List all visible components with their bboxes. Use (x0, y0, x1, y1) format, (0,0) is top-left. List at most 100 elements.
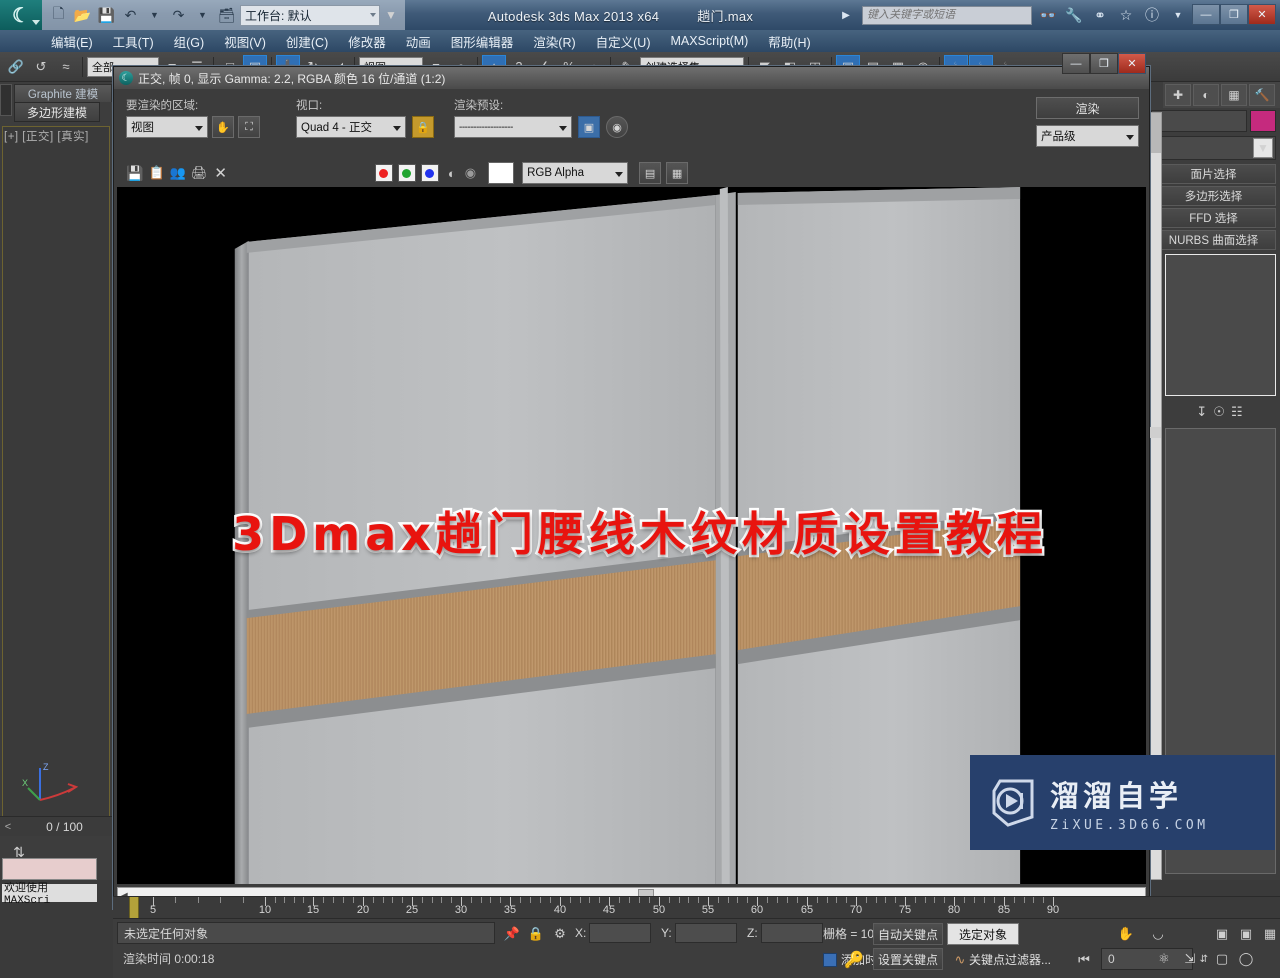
render-restore-button[interactable]: ❐ (1090, 53, 1118, 74)
save-image-icon[interactable]: 💾 (126, 165, 143, 182)
orbit-icon[interactable]: ⚛ (1153, 948, 1175, 970)
blue-channel-toggle[interactable] (420, 164, 439, 182)
show-end-result-icon[interactable]: ☉ (1213, 404, 1225, 420)
absolute-relative-mode-icon[interactable]: ⚙ (549, 923, 571, 945)
select-region-icon[interactable]: ◯ (1235, 948, 1257, 970)
pin-stack-icon[interactable]: ↧ (1196, 404, 1207, 420)
key-filters-button[interactable]: 关键点过滤器... (969, 948, 1065, 970)
print-image-icon[interactable]: 🖨 (191, 165, 208, 181)
tab-create-icon[interactable]: ✚ (1165, 84, 1191, 106)
workspace-selector[interactable]: 工作台: 默认 (240, 4, 380, 26)
pan-view-icon[interactable]: ✋ (1115, 923, 1137, 945)
copy-image-icon[interactable]: 📋 (148, 165, 164, 181)
minimize-button[interactable]: — (1192, 4, 1220, 25)
open-file-icon[interactable]: 📂 (72, 5, 93, 26)
maximize-viewport-icon[interactable]: ⇲ (1179, 948, 1201, 970)
chevron-down-icon[interactable]: ▼ (1253, 138, 1273, 158)
prev-frame-icon[interactable]: < (0, 821, 16, 833)
menu-item-customize[interactable]: 自定义(U) (587, 30, 660, 53)
select-object-nav-icon[interactable]: ▣ (1211, 923, 1233, 945)
undo-dropdown-caret-icon[interactable]: ▼ (144, 5, 165, 26)
clone-image-icon[interactable]: 👥 (170, 165, 186, 181)
time-slider-handle[interactable] (129, 897, 139, 918)
configure-modifier-sets-icon[interactable]: ☷ (1231, 404, 1243, 420)
auto-key-button[interactable]: 自动关键点 (873, 923, 943, 945)
app-logo-icon[interactable]: ☾ (0, 0, 42, 30)
monochrome-icon[interactable]: ◉ (465, 165, 476, 181)
render-minimize-button[interactable]: — (1062, 53, 1090, 74)
menu-item-rendering[interactable]: 渲染(R) (524, 30, 584, 53)
lock-viewport-icon[interactable]: 🔒 (412, 116, 434, 138)
wrench-icon[interactable]: 🔧 (1064, 5, 1084, 25)
modifier-list-combo[interactable]: ▼ (1151, 136, 1276, 160)
zoom-extents-icon[interactable]: ▣ (1235, 923, 1257, 945)
render-button[interactable]: 渲染 (1036, 97, 1139, 119)
key-filter-curve-icon[interactable]: ∿ (949, 949, 971, 971)
help-icon[interactable]: ⓘ (1142, 5, 1162, 25)
new-file-icon[interactable]: 🗋 (48, 5, 69, 26)
edit-region-icon[interactable]: ✋ (212, 116, 234, 138)
menu-item-views[interactable]: 视图(V) (215, 30, 275, 53)
ffd-select-button[interactable]: FFD 选择 (1151, 208, 1276, 228)
viewport-left[interactable] (2, 126, 110, 820)
tab-modify-icon[interactable]: ◐ (1193, 84, 1219, 106)
x-coord-field[interactable] (589, 923, 651, 943)
search-expand-caret-icon[interactable]: ▶ (836, 5, 856, 25)
render-level-combo[interactable]: 产品级 (1036, 125, 1139, 147)
menu-item-tools[interactable]: 工具(T) (104, 30, 163, 53)
z-coord-field[interactable] (761, 923, 823, 943)
workspace-dropdown-icon[interactable]: ▼ (383, 5, 399, 26)
red-channel-toggle[interactable] (374, 164, 393, 182)
menu-item-create[interactable]: 创建(C) (277, 30, 337, 53)
binoculars-icon[interactable]: 👓 (1038, 5, 1058, 25)
polygon-modeling-tab[interactable]: 多边形建模 (14, 102, 100, 122)
field-of-view-icon[interactable]: ◡ (1147, 923, 1169, 945)
bind-to-space-warp-icon[interactable]: ≈ (54, 55, 78, 79)
set-key-button[interactable]: 设置关键点 (873, 948, 943, 970)
panel-drag-handle[interactable] (0, 84, 12, 116)
y-coord-field[interactable] (675, 923, 737, 943)
clear-image-icon[interactable]: ✕ (214, 164, 227, 182)
menu-item-group[interactable]: 组(G) (165, 30, 214, 53)
close-button[interactable]: ✕ (1248, 4, 1276, 25)
render-preset-combo[interactable]: ------------------- (454, 116, 572, 138)
compass-icon[interactable]: ⚭ (1090, 5, 1110, 25)
zoom-region-icon[interactable]: ▢ (1211, 948, 1233, 970)
selection-lock-pin-icon[interactable]: 📌 (501, 923, 523, 945)
graphite-modeling-tab[interactable]: Graphite 建模 (14, 84, 112, 102)
nurbs-surface-select-button[interactable]: NURBS 曲面选择 (1151, 230, 1276, 250)
menu-item-maxscript[interactable]: MAXScript(M) (662, 32, 758, 50)
selected-object-filter[interactable]: 选定对象 (947, 923, 1019, 945)
tab-hierarchy-icon[interactable]: ▦ (1221, 84, 1247, 106)
render-close-button[interactable]: ✕ (1118, 53, 1146, 74)
alpha-channel-icon[interactable]: ◐ (448, 166, 456, 181)
area-to-render-combo[interactable]: 视图 (126, 116, 208, 138)
menu-item-graph-editors[interactable]: 图形编辑器 (442, 30, 523, 53)
save-file-icon[interactable]: 💾 (96, 5, 117, 26)
viewport-combo[interactable]: Quad 4 - 正交 (296, 116, 406, 138)
selection-lock-icon[interactable]: 🔒 (525, 923, 547, 945)
background-color-swatch[interactable] (488, 162, 515, 184)
patch-select-button[interactable]: 面片选择 (1151, 164, 1276, 184)
select-object-icon[interactable]: 🗃 (216, 5, 237, 26)
search-input[interactable] (862, 5, 1032, 25)
zoom-extents-all-icon[interactable]: ▦ (1259, 923, 1280, 945)
logo-dropdown-caret-icon[interactable] (32, 20, 40, 25)
key-mode-toggle-icon[interactable]: 🔑 (843, 949, 865, 971)
object-color-swatch[interactable] (1250, 110, 1276, 132)
modifier-stack-list[interactable] (1165, 254, 1276, 396)
channel-display-combo[interactable]: RGB Alpha (522, 162, 629, 184)
unlink-selection-icon[interactable]: ↺ (29, 55, 53, 79)
poly-select-button[interactable]: 多边形选择 (1151, 186, 1276, 206)
tab-utilities-icon[interactable]: 🔨 (1249, 84, 1275, 106)
select-and-link-icon[interactable]: 🔗 (4, 55, 28, 79)
help-caret-icon[interactable]: ▼ (1168, 5, 1188, 25)
menu-item-edit[interactable]: 编辑(E) (42, 30, 102, 53)
render-setup-icon[interactable]: ▣ (578, 116, 600, 138)
render-canvas-vscroll-thumb[interactable] (1150, 427, 1161, 438)
green-channel-toggle[interactable] (397, 164, 416, 182)
auto-region-icon[interactable]: ⛶ (238, 116, 260, 138)
redo-dropdown-caret-icon[interactable]: ▼ (192, 5, 213, 26)
maxscript-mini-listener[interactable] (2, 858, 97, 880)
key-step-icon[interactable]: ⏮ (1073, 949, 1095, 971)
